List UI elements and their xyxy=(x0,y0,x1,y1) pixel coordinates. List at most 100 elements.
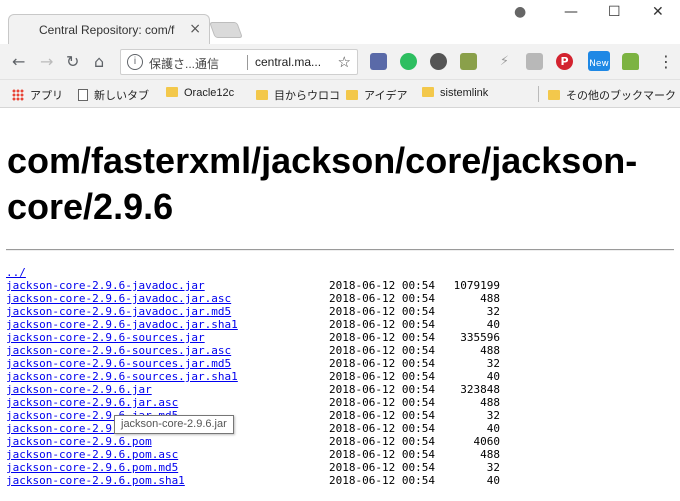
tab-title: Central Repository: com/f xyxy=(39,23,175,37)
reload-button[interactable]: ↻ xyxy=(66,52,79,71)
page-content: com/fasterxml/jackson/core/jackson-core/… xyxy=(0,108,680,501)
file-size: 40 xyxy=(486,474,500,487)
file-link[interactable]: jackson-core-2.9.6-sources.jar.asc xyxy=(6,344,231,357)
file-date: 2018-06-12 00:54 xyxy=(329,396,435,409)
folder-icon xyxy=(548,90,560,100)
file-date: 2018-06-12 00:54 xyxy=(329,409,435,422)
bookmarks-bar: アプリ 新しいタブ Oracle12c 目からウロコ アイデア sistemli… xyxy=(0,80,680,108)
page-icon xyxy=(78,89,88,101)
file-link[interactable]: jackson-core-2.9.6-sources.jar xyxy=(6,331,205,344)
back-button[interactable]: ← xyxy=(12,52,25,71)
bookmark-mekara-uroko[interactable]: 目からウロコ xyxy=(256,87,340,103)
file-link[interactable]: jackson-core-2.9.6.pom.sha1 xyxy=(6,474,185,487)
file-date: 2018-06-12 00:54 xyxy=(329,448,435,461)
file-size: 32 xyxy=(486,409,500,422)
bookmarks-divider xyxy=(538,86,539,102)
folder-icon xyxy=(422,87,434,97)
file-size: 488 xyxy=(480,396,500,409)
bookmark-sistemlink[interactable]: sistemlink xyxy=(422,87,488,99)
file-link[interactable]: jackson-core-2.9.6.pom xyxy=(6,435,152,448)
table-row: jackson-core-2.9.6.pom.md5 2018-06-12 00:… xyxy=(6,461,500,474)
file-link[interactable]: jackson-core-2.9.6-javadoc.jar.md5 xyxy=(6,305,231,318)
tab-close-icon[interactable]: × xyxy=(189,21,201,37)
apps-grid-icon xyxy=(12,89,24,101)
file-date: 2018-06-12 00:54 xyxy=(329,318,435,331)
file-link[interactable]: jackson-core-2.9.6-javadoc.jar xyxy=(6,279,205,292)
table-row: jackson-core-2.9.6-javadoc.jar.md5 2018-0… xyxy=(6,305,500,318)
bookmark-other[interactable]: その他のブックマーク xyxy=(548,87,676,103)
account-icon[interactable]: ● xyxy=(514,4,526,20)
folder-icon xyxy=(166,87,178,97)
table-row: jackson-core-2.9.6.pom 2018-06-12 00:54 40… xyxy=(6,435,500,448)
file-link[interactable]: jackson-core-2.9.6-javadoc.jar.asc xyxy=(6,292,231,305)
info-icon[interactable]: i xyxy=(127,54,143,70)
file-date: 2018-06-12 00:54 xyxy=(329,461,435,474)
file-size: 32 xyxy=(486,357,500,370)
maximize-button[interactable]: ☐ xyxy=(608,4,621,20)
parent-directory-link[interactable]: ../ xyxy=(6,266,26,279)
bookmark-oracle12c[interactable]: Oracle12c xyxy=(166,87,234,99)
file-link[interactable]: jackson-core-2.9.6.jar.asc xyxy=(6,396,178,409)
file-date: 2018-06-12 00:54 xyxy=(329,370,435,383)
link-tooltip: jackson-core-2.9.6.jar xyxy=(114,415,234,434)
url-text[interactable]: central.ma... xyxy=(255,55,321,69)
file-date: 2018-06-12 00:54 xyxy=(329,357,435,370)
file-size: 488 xyxy=(480,448,500,461)
file-link[interactable]: jackson-core-2.9.6.pom.asc xyxy=(6,448,178,461)
file-link[interactable]: jackson-core-2.9.6-javadoc.jar.sha1 xyxy=(6,318,238,331)
table-row: jackson-core-2.9.6-javadoc.jar.asc 2018-0… xyxy=(6,292,500,305)
file-link[interactable]: jackson-core-2.9.6-sources.jar.md5 xyxy=(6,357,231,370)
bookmark-apps[interactable]: アプリ xyxy=(12,87,63,103)
new-badge-icon[interactable]: New xyxy=(588,51,610,71)
table-row: jackson-core-2.9.6-sources.jar.md5 2018-0… xyxy=(6,357,500,370)
bookmark-star-icon[interactable]: ☆ xyxy=(338,53,351,71)
file-size: 488 xyxy=(480,292,500,305)
address-bar[interactable]: i 保護さ...通信 central.ma... ☆ xyxy=(120,49,358,75)
file-size: 40 xyxy=(486,318,500,331)
file-date: 2018-06-12 00:54 xyxy=(329,383,435,396)
file-date: 2018-06-12 00:54 xyxy=(329,279,435,292)
rss-icon[interactable] xyxy=(526,53,543,70)
table-row: jackson-core-2.9.6-sources.jar.asc 2018-0… xyxy=(6,344,500,357)
browser-menu-button[interactable]: ⋮ xyxy=(658,52,674,71)
browser-toolbar: ← → ↻ ⌂ i 保護さ...通信 central.ma... ☆ ⚡ P N… xyxy=(0,44,680,80)
pinterest-icon[interactable]: P xyxy=(556,53,573,70)
file-size: 323848 xyxy=(460,383,500,396)
bolt-icon[interactable]: ⚡ xyxy=(496,53,513,70)
omnibox-divider xyxy=(247,55,248,70)
file-listing: ../ jackson-core-2.9.6-javadoc.jar 2018-0… xyxy=(6,266,500,487)
list-item: ../ xyxy=(6,266,238,279)
table-row: jackson-core-2.9.6-sources.jar.sha1 2018-… xyxy=(6,370,500,383)
folder-icon xyxy=(346,90,358,100)
edge-icon[interactable] xyxy=(430,53,447,70)
file-size: 40 xyxy=(486,422,500,435)
browser-tab[interactable]: Central Repository: com/f × xyxy=(8,14,210,44)
file-link[interactable]: jackson-core-2.9.6.pom.md5 xyxy=(6,461,178,474)
file-link[interactable]: jackson-core-2.9.6-sources.jar.sha1 xyxy=(6,370,238,383)
evernote-icon[interactable] xyxy=(400,53,417,70)
forward-button[interactable]: → xyxy=(40,52,53,71)
file-link[interactable]: jackson-core-2.9.6.jar xyxy=(6,383,152,396)
file-size: 40 xyxy=(486,370,500,383)
android-icon[interactable] xyxy=(622,53,639,70)
file-date: 2018-06-12 00:54 xyxy=(329,305,435,318)
file-date: 2018-06-12 00:54 xyxy=(329,474,435,487)
table-row: jackson-core-2.9.6-sources.jar 2018-06-12… xyxy=(6,331,500,344)
bookmark-idea[interactable]: アイデア xyxy=(346,87,407,103)
table-row: jackson-core-2.9.6.jar 2018-06-12 00:54 32… xyxy=(6,383,500,396)
folder-icon xyxy=(256,90,268,100)
file-size: 335596 xyxy=(460,331,500,344)
table-row: jackson-core-2.9.6.pom.sha1 2018-06-12 00… xyxy=(6,474,500,487)
note-icon[interactable] xyxy=(460,53,477,70)
title-bar: Central Repository: com/f × ● — ☐ ✕ xyxy=(0,0,680,44)
eyedropper-icon[interactable] xyxy=(370,53,387,70)
file-size: 32 xyxy=(486,461,500,474)
minimize-button[interactable]: — xyxy=(564,4,578,20)
home-button[interactable]: ⌂ xyxy=(94,52,104,71)
security-status[interactable]: 保護さ...通信 xyxy=(149,55,219,72)
table-row: jackson-core-2.9.6.pom.asc 2018-06-12 00:… xyxy=(6,448,500,461)
table-row: jackson-core-2.9.6-javadoc.jar 2018-06-12… xyxy=(6,279,500,292)
close-window-button[interactable]: ✕ xyxy=(652,4,664,20)
bookmark-new-tab[interactable]: 新しいタブ xyxy=(78,87,149,103)
new-tab-button[interactable] xyxy=(209,22,243,38)
